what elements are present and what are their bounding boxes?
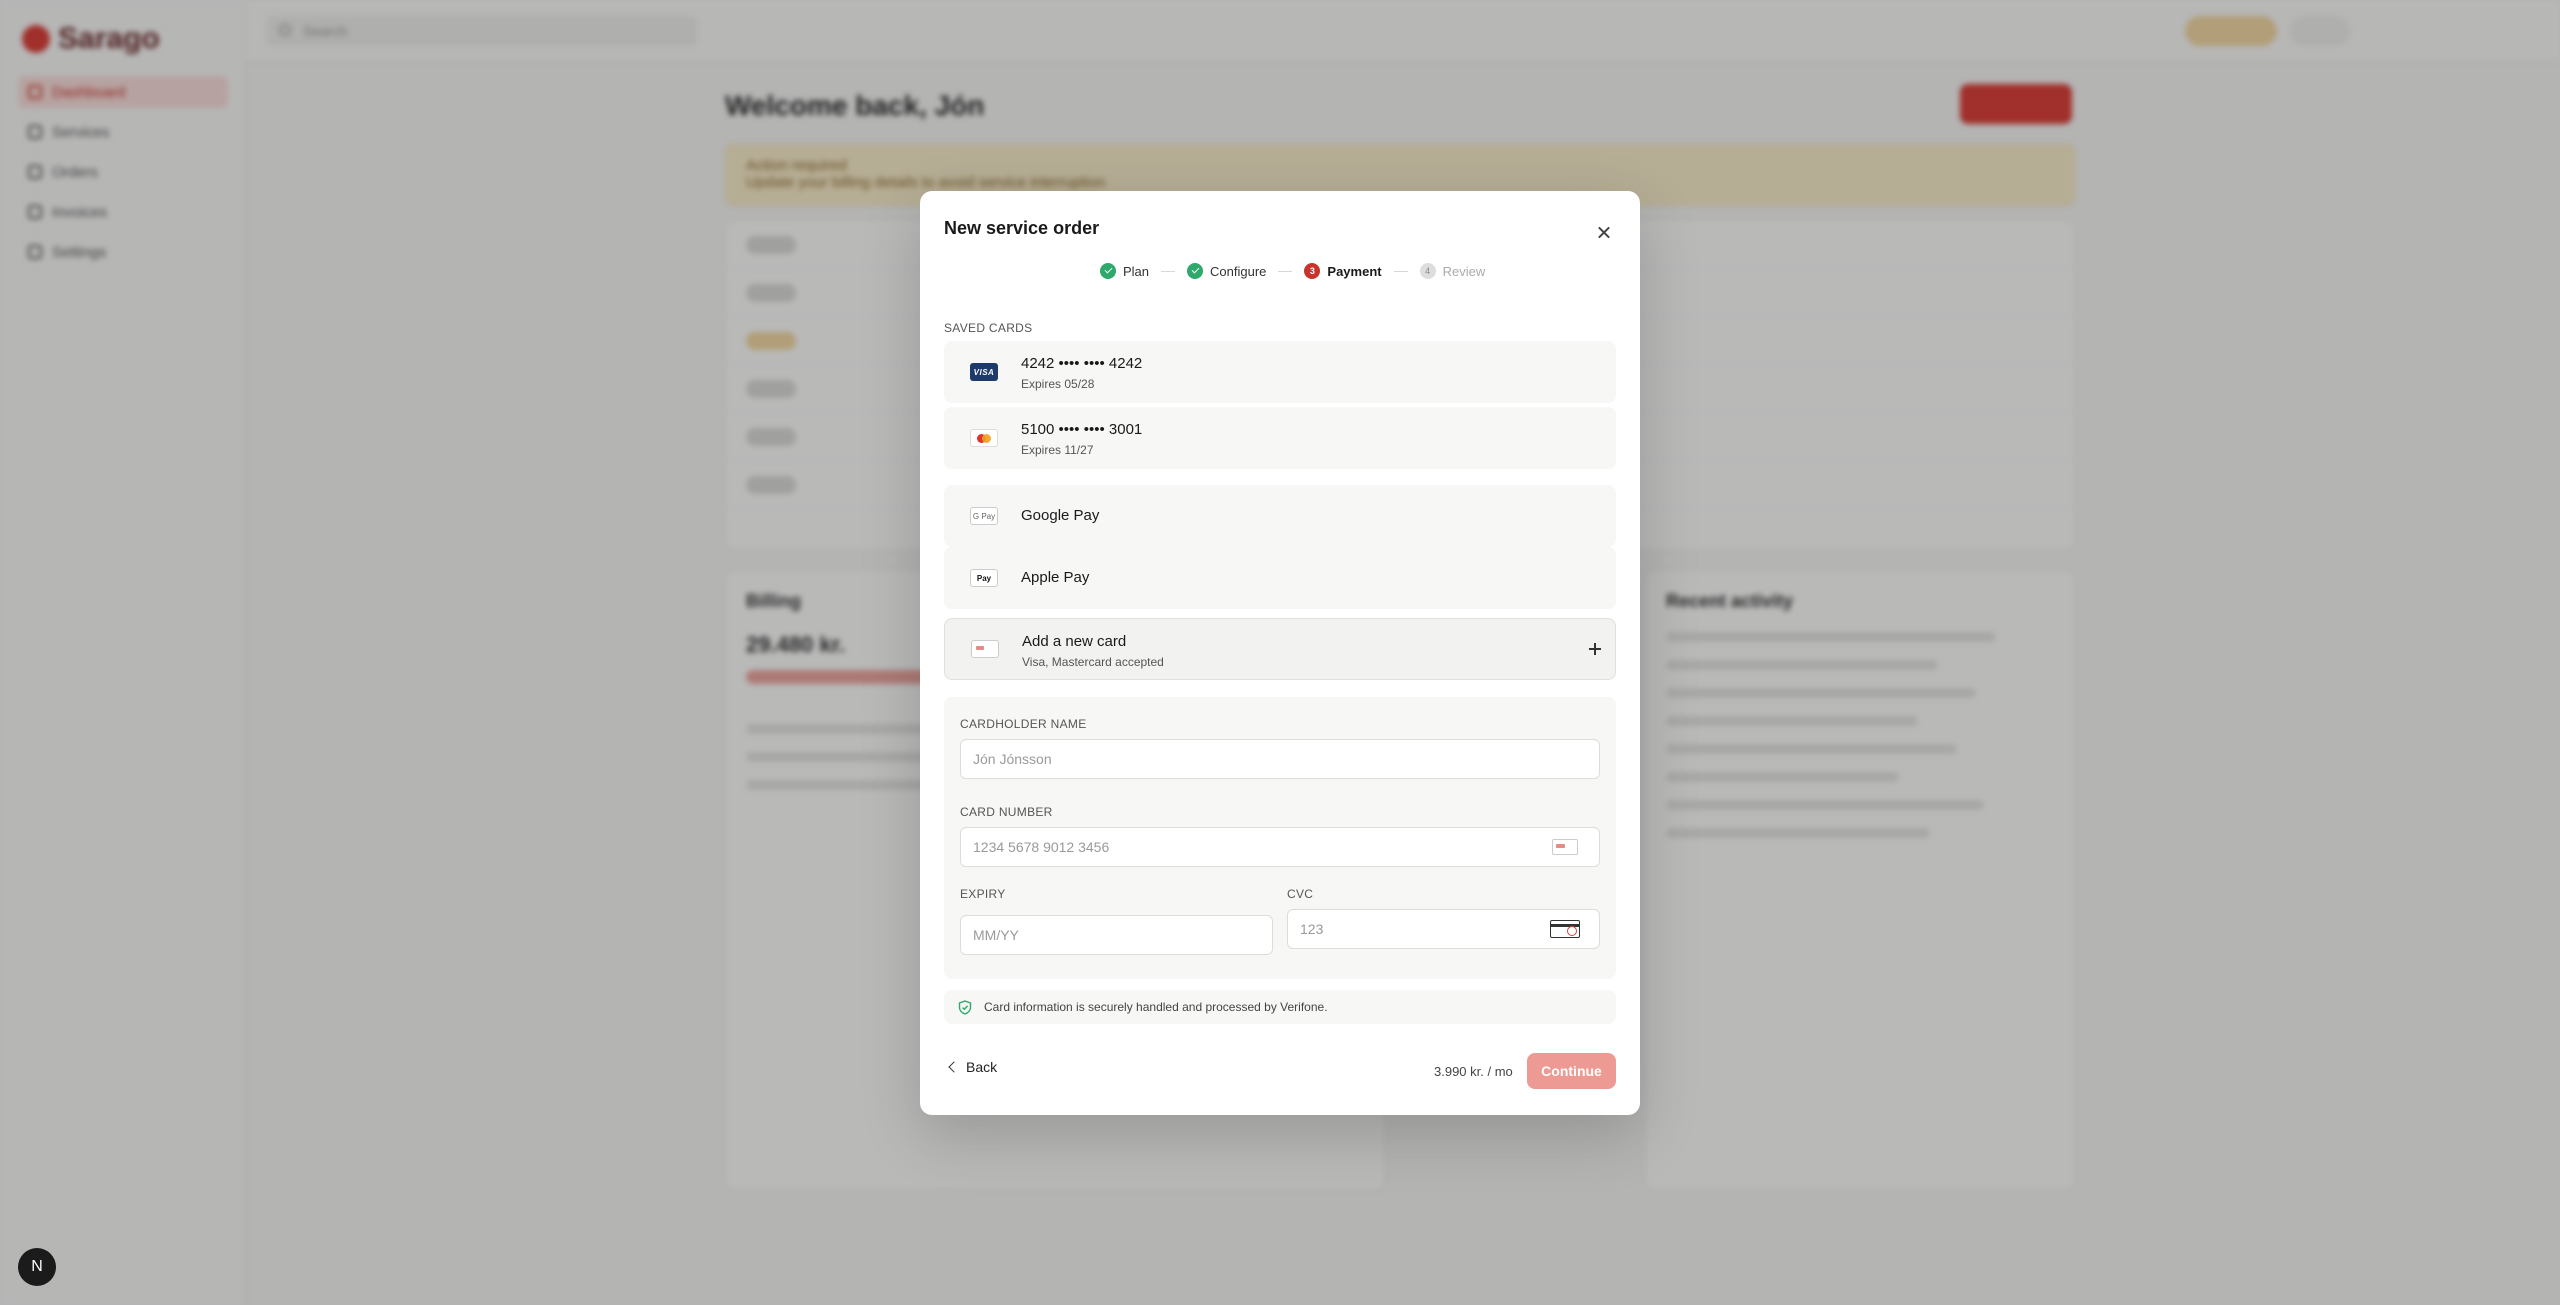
new-card-form: CARDHOLDER NAME CARD NUMBER EXPIRY CVC — [944, 697, 1616, 979]
apple-pay-option[interactable]: Pay Apple Pay — [944, 547, 1616, 609]
step-label: Plan — [1123, 263, 1150, 279]
card-expiry: Expires 11/27 — [1021, 443, 1094, 457]
check-icon — [1100, 263, 1116, 279]
step-label: Payment — [1327, 263, 1382, 279]
mastercard-icon — [970, 429, 998, 447]
add-new-card-option[interactable]: Add a new card Visa, Mastercard accepted — [944, 618, 1616, 680]
apple-pay-icon: Pay — [970, 569, 998, 587]
plus-icon — [1589, 643, 1601, 655]
card-number: 4242 •••• •••• 4242 — [1021, 355, 1143, 372]
saved-cards-label: SAVED CARDS — [944, 321, 1033, 335]
step-label: Review — [1442, 263, 1486, 279]
wallet-label: Google Pay — [1021, 507, 1100, 524]
check-icon — [1187, 263, 1204, 279]
step-label: Configure — [1210, 263, 1267, 279]
expiry-label: EXPIRY — [960, 887, 1006, 901]
cvc-label: CVC — [1287, 887, 1314, 901]
step-divider — [1393, 270, 1408, 272]
google-pay-icon: G Pay — [970, 507, 998, 525]
step-divider — [1278, 270, 1293, 272]
back-label: Back — [966, 1059, 998, 1075]
saved-card-mastercard[interactable]: 5100 •••• •••• 3001 Expires 11/27 — [944, 407, 1616, 469]
shield-check-icon — [958, 1000, 972, 1015]
cardholder-name-input[interactable] — [960, 739, 1600, 779]
google-pay-option[interactable]: G Pay Google Pay — [944, 485, 1616, 547]
step-number: 4 — [1419, 263, 1436, 279]
dev-tools-badge[interactable]: N — [18, 1248, 56, 1286]
saved-card-visa[interactable]: VISA 4242 •••• •••• 4242 Expires 05/28 — [944, 341, 1616, 403]
wallet-label: Apple Pay — [1021, 569, 1090, 586]
card-brand-icon — [1552, 839, 1578, 855]
step-divider — [1161, 270, 1176, 272]
continue-button[interactable]: Continue — [1527, 1053, 1616, 1089]
card-expiry: Expires 05/28 — [1021, 377, 1095, 391]
cvc-card-icon — [1550, 920, 1580, 938]
credit-card-icon — [971, 640, 999, 658]
close-icon[interactable] — [1592, 221, 1616, 245]
step-review: 4 Review — [1419, 263, 1486, 279]
new-service-order-modal: New service order Plan Configure 3 Payme… — [920, 191, 1640, 1115]
back-button[interactable]: Back — [944, 1052, 997, 1082]
visa-icon: VISA — [970, 363, 998, 381]
chevron-left-icon — [948, 1061, 960, 1073]
add-card-subtitle: Visa, Mastercard accepted — [1022, 655, 1164, 669]
card-number-input[interactable] — [960, 827, 1600, 867]
step-number: 3 — [1304, 263, 1321, 279]
cardholder-name-label: CARDHOLDER NAME — [960, 717, 1087, 731]
step-plan: Plan — [1100, 263, 1149, 279]
step-payment: 3 Payment — [1304, 263, 1382, 279]
card-number-label: CARD NUMBER — [960, 805, 1053, 819]
order-stepper: Plan Configure 3 Payment 4 Review — [1100, 263, 1485, 279]
order-price: 3.990 kr. / mo — [1434, 1064, 1513, 1079]
step-configure: Configure — [1187, 263, 1266, 279]
secure-note-text: Card information is securely handled and… — [984, 1000, 1328, 1014]
card-number: 5100 •••• •••• 3001 — [1021, 421, 1143, 438]
add-card-title: Add a new card — [1022, 633, 1127, 650]
expiry-input[interactable] — [960, 915, 1273, 955]
secure-note: Card information is securely handled and… — [944, 990, 1616, 1024]
modal-title: New service order — [944, 218, 1100, 238]
